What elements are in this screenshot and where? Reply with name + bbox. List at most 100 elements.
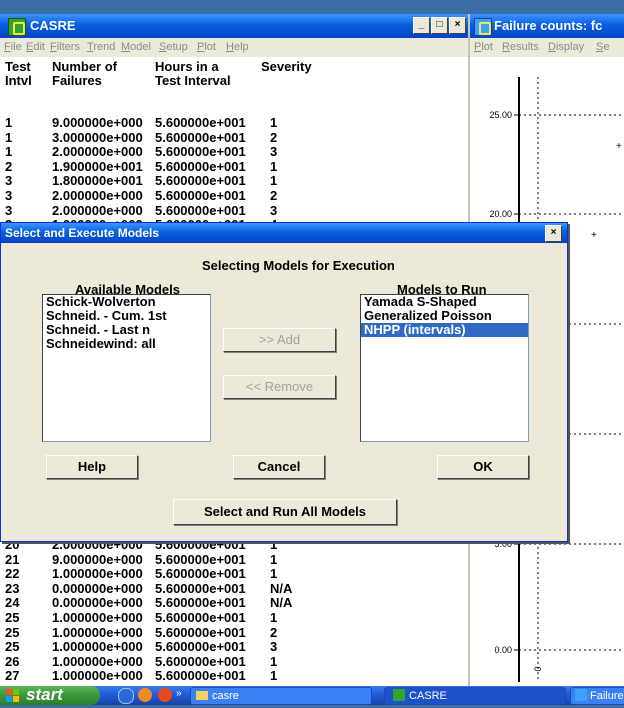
graph-task-icon	[575, 689, 587, 701]
menu-filters[interactable]: Filters	[50, 41, 80, 53]
cell-intvl: 1	[5, 144, 13, 160]
header-hours: Hours in a Test Interval	[155, 59, 231, 88]
dialog-heading: Selecting Models for Execution	[202, 258, 395, 273]
remove-button[interactable]: << Remove	[223, 375, 336, 399]
select-execute-models-dialog: Select and Execute Models × Selecting Mo…	[0, 222, 568, 542]
run-model-item[interactable]: Yamada S-Shaped	[361, 295, 528, 309]
cell-failures: 9.000000e+000	[52, 115, 143, 130]
casre-title-bar[interactable]: CASRE _ □ ×	[0, 14, 468, 38]
cell-severity: 3	[270, 639, 278, 655]
firefox-icon[interactable]	[138, 688, 152, 702]
cell-intvl: 27	[5, 668, 20, 684]
windows-flag-icon	[6, 688, 20, 702]
cell-intvl: 1	[5, 115, 13, 130]
available-model-item[interactable]: Schneid. - Cum. 1st	[43, 309, 210, 323]
cell-severity: 1	[270, 551, 278, 567]
menu-edit[interactable]: Edit	[26, 41, 45, 53]
casre-menu-bar: File Edit Filters Trend Model Setup Plot…	[0, 38, 468, 57]
available-model-item[interactable]: Schick-Wolverton	[43, 295, 210, 309]
run-model-item[interactable]: Generalized Poisson	[361, 309, 528, 323]
cell-failures: 1.000000e+000	[52, 566, 143, 582]
graph-menu-setup[interactable]: Se	[596, 41, 609, 53]
task-casre-app[interactable]: CASRE	[384, 687, 566, 705]
close-button[interactable]: ×	[449, 17, 466, 34]
cell-failures: 0.000000e+000	[52, 595, 143, 611]
graph-app-icon	[474, 18, 492, 36]
cell-intvl: 25	[5, 639, 20, 655]
cancel-button[interactable]: Cancel	[233, 455, 325, 479]
task-casre-folder[interactable]: casre	[190, 687, 372, 705]
cell-hours: 5.600000e+001	[155, 653, 246, 669]
cell-intvl: 26	[5, 653, 20, 669]
dialog-close-button[interactable]: ×	[545, 225, 562, 242]
casre-app-icon	[8, 18, 26, 36]
graph-menu-plot[interactable]: Plot	[474, 41, 493, 53]
y-tick-label-20: 20.00	[489, 209, 512, 219]
cell-intvl: 22	[5, 566, 20, 582]
add-button[interactable]: >> Add	[223, 328, 336, 352]
dialog-title: Select and Execute Models	[5, 226, 160, 240]
folder-icon	[196, 691, 208, 700]
cell-failures: 3.000000e+000	[52, 129, 143, 145]
run-model-item-selected[interactable]: NHPP (intervals)	[361, 323, 528, 337]
help-button[interactable]: Help	[46, 455, 138, 479]
cell-severity: 1	[270, 610, 278, 625]
start-button[interactable]: start	[0, 685, 100, 705]
cell-severity: 1	[270, 173, 278, 189]
cell-failures: 9.000000e+000	[52, 551, 143, 567]
quicklaunch-chevron-icon[interactable]: »	[176, 688, 182, 699]
cell-severity: 3	[270, 202, 278, 218]
menu-model[interactable]: Model	[121, 41, 151, 53]
cell-severity: 1	[270, 653, 278, 669]
menu-setup[interactable]: Setup	[159, 41, 188, 53]
data-point: +	[616, 141, 622, 152]
cell-failures: 1.000000e+000	[52, 624, 143, 640]
cell-hours: 5.600000e+001	[155, 624, 246, 640]
cell-hours: 5.600000e+001	[155, 202, 246, 218]
cell-intvl: 2	[5, 158, 13, 174]
cell-hours: 5.600000e+001	[155, 173, 246, 189]
ie-icon[interactable]	[118, 688, 134, 704]
ok-button[interactable]: OK	[437, 455, 529, 479]
cell-hours: 5.600000e+001	[155, 158, 246, 174]
menu-help[interactable]: Help	[226, 41, 249, 53]
cell-failures: 1.000000e+000	[52, 653, 143, 669]
graph-menu-bar: Plot Results Display Se	[470, 38, 624, 57]
cell-failures: 2.000000e+000	[52, 188, 143, 203]
cell-failures: 1.800000e+001	[52, 173, 143, 189]
taskbar: start » casre CASRE Failure	[0, 685, 624, 705]
media-icon[interactable]	[158, 688, 172, 702]
cell-intvl: 3	[5, 173, 13, 189]
header-failures: Number of Failures	[52, 59, 117, 88]
menu-file[interactable]: File	[4, 41, 22, 53]
cell-severity: 1	[270, 158, 278, 174]
cell-severity: 1	[270, 668, 278, 684]
graph-menu-display[interactable]: Display	[548, 41, 584, 53]
cell-failures: 1.000000e+000	[52, 610, 143, 625]
available-models-list[interactable]: Schick-Wolverton Schneid. - Cum. 1st Sch…	[42, 294, 211, 442]
cell-hours: 5.600000e+001	[155, 566, 246, 582]
models-to-run-list[interactable]: Yamada S-Shaped Generalized Poisson NHPP…	[360, 294, 529, 442]
minimize-button[interactable]: _	[413, 17, 430, 34]
available-model-item[interactable]: Schneid. - Last n	[43, 323, 210, 337]
graph-title-bar[interactable]: Failure counts: fc	[470, 14, 624, 38]
dialog-title-bar[interactable]: Select and Execute Models ×	[1, 223, 567, 243]
y-tick-label-0: 0.00	[494, 645, 512, 655]
cell-severity: 1	[270, 566, 278, 582]
cell-severity: 3	[270, 144, 278, 160]
cell-failures: 1.000000e+000	[52, 668, 143, 684]
y-tick-label-25: 25.00	[489, 110, 512, 120]
cell-hours: 5.600000e+001	[155, 551, 246, 567]
task-failure-window[interactable]: Failure	[570, 687, 624, 705]
cell-severity: 2	[270, 129, 278, 145]
available-model-item[interactable]: Schneidewind: all	[43, 337, 210, 351]
menu-plot[interactable]: Plot	[197, 41, 216, 53]
cell-severity: 2	[270, 624, 278, 640]
maximize-button[interactable]: □	[431, 17, 448, 34]
graph-menu-results[interactable]: Results	[502, 41, 539, 53]
cell-hours: 5.600000e+001	[155, 668, 246, 684]
cell-failures: 2.000000e+000	[52, 144, 143, 160]
select-run-all-button[interactable]: Select and Run All Models	[173, 499, 397, 525]
cell-hours: 5.600000e+001	[155, 610, 246, 625]
menu-trend[interactable]: Trend	[87, 41, 115, 53]
